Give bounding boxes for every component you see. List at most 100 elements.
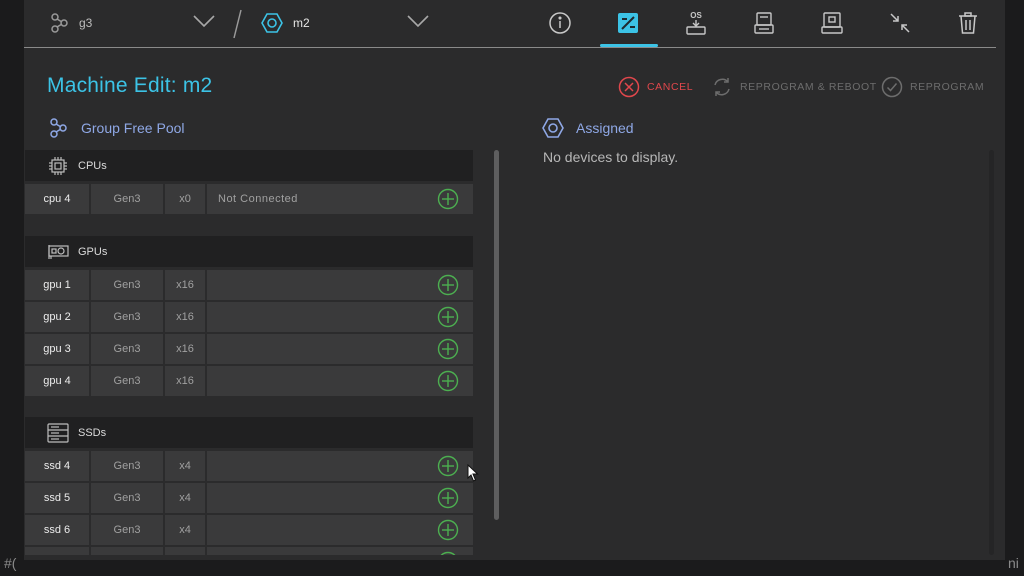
device-status-cell [207,302,473,332]
assigned-machine-icon [542,117,564,139]
collapse-icon[interactable] [887,10,913,36]
add-device-icon[interactable] [437,487,459,509]
category-header-gpus: GPUs [25,236,473,267]
device-row: cpu 4 Gen3 x0 Not Connected [25,184,473,214]
category-label: CPUs [78,159,107,172]
check-icon [881,76,903,98]
add-device-icon[interactable] [437,370,459,392]
pool-scrollbar[interactable] [494,150,499,520]
device-gen: Gen3 [91,515,163,545]
cancel-button[interactable]: CANCEL [618,76,693,98]
device-width: x4 [165,483,205,513]
pool-group-icon [47,117,69,139]
device-name: ssd 6 [25,515,89,545]
device-width [165,547,205,555]
gpu-icon [43,244,73,260]
device-width: x16 [165,334,205,364]
cancel-label: CANCEL [647,81,694,93]
trash-icon[interactable] [955,10,981,36]
device-width: x4 [165,451,205,481]
device-name: ssd 5 [25,483,89,513]
free-pool-list: CPUs cpu 4 Gen3 x0 Not Connected GPUs gp… [25,150,473,555]
device-name [25,547,89,555]
top-bar: g3 m2 OS [24,0,996,48]
device-row: ssd 5 Gen3 x4 [25,483,473,513]
device-name: gpu 4 [25,366,89,396]
mouse-cursor-icon [467,463,479,482]
device-gen: Gen3 [91,451,163,481]
device-status-cell: Not Connected [207,184,473,214]
device-name: ssd 4 [25,451,89,481]
add-device-icon[interactable] [437,306,459,328]
machine-icon [261,12,283,34]
category-header-cpus: CPUs [25,150,473,181]
device-name: cpu 4 [25,184,89,214]
reprogram-button[interactable]: REPROGRAM [881,76,984,98]
device-name: gpu 3 [25,334,89,364]
device-status-cell [207,483,473,513]
device-status-cell [207,270,473,300]
device-gen: Gen3 [91,302,163,332]
group-name: g3 [79,16,93,30]
add-device-icon[interactable] [437,455,459,477]
device-gen: Gen3 [91,184,163,214]
device-width: x16 [165,270,205,300]
device-gen: Gen3 [91,483,163,513]
device-row: gpu 4 Gen3 x16 [25,366,473,396]
reprogram-reboot-label: REPROGRAM & REBOOT [740,81,877,93]
assigned-scrollbar[interactable] [989,150,994,555]
ssd-icon [43,422,73,443]
device-width: x16 [165,366,205,396]
os-install-icon[interactable]: OS [683,10,709,36]
reprogram-reboot-button[interactable]: REPROGRAM & REBOOT [711,76,877,98]
edge-text-left: #( [4,555,17,571]
assigned-header: Assigned [542,117,634,139]
pool-title: Group Free Pool [81,120,185,136]
device-row: ssd 6 Gen3 x4 [25,515,473,545]
machine-selector[interactable]: m2 [261,0,310,46]
os-label: OS [690,11,702,20]
edit-icon[interactable] [615,10,641,36]
firmware-icon[interactable] [751,10,777,36]
machine-config-icon[interactable] [819,10,845,36]
group-icon [48,12,70,34]
device-name: gpu 1 [25,270,89,300]
reprogram-label: REPROGRAM [910,81,985,93]
cancel-icon [618,76,640,98]
group-chevron-down-icon[interactable] [192,12,216,30]
machine-chevron-down-icon[interactable] [406,12,430,30]
device-row: gpu 1 Gen3 x16 [25,270,473,300]
app-window: g3 m2 OS Machine Edit: m2 CANCEL REPROGR… [24,0,1005,560]
device-gen [91,547,163,555]
add-device-icon[interactable] [437,551,459,555]
group-selector[interactable]: g3 [48,0,92,46]
device-gen: Gen3 [91,270,163,300]
cpu-icon [43,156,73,176]
assigned-title: Assigned [576,120,634,136]
device-width: x0 [165,184,205,214]
device-row: gpu 2 Gen3 x16 [25,302,473,332]
device-gen: Gen3 [91,366,163,396]
device-row-partial [25,547,473,555]
device-status-cell [207,547,473,555]
pool-header: Group Free Pool [47,117,185,139]
machine-name: m2 [293,16,310,30]
device-status-cell [207,334,473,364]
breadcrumb-separator [231,8,243,40]
device-status-cell [207,451,473,481]
add-device-icon[interactable] [437,274,459,296]
add-device-icon[interactable] [437,519,459,541]
reboot-icon [711,76,733,98]
device-status-cell [207,366,473,396]
add-device-icon[interactable] [437,188,459,210]
info-icon[interactable] [547,10,573,36]
category-label: SSDs [78,426,107,439]
assigned-empty-message: No devices to display. [543,149,679,165]
device-status-cell [207,515,473,545]
category-label: GPUs [78,245,108,258]
active-tool-indicator [600,44,658,47]
device-width: x4 [165,515,205,545]
category-header-ssds: SSDs [25,417,473,448]
device-width: x16 [165,302,205,332]
add-device-icon[interactable] [437,338,459,360]
